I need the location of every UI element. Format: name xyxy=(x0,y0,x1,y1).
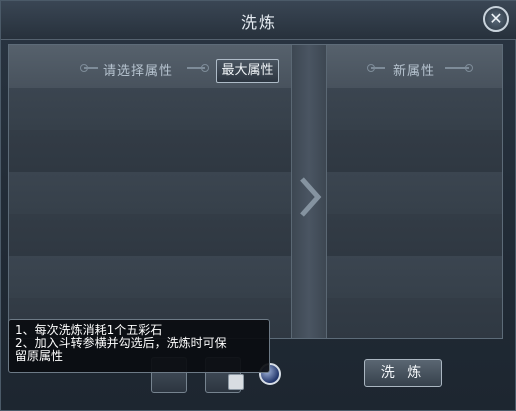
chevron-right-icon xyxy=(300,177,322,217)
refine-window: 洗炼 ✕ 请选择属性 最大属性 新属性 洗 炼 1、每次洗炼消耗1个五彩石 2、… xyxy=(0,0,516,411)
panel-divider xyxy=(291,45,327,338)
tooltip: 1、每次洗炼消耗1个五彩石 2、加入斗转参横并勾选后，洗炼时可保 留原属性 xyxy=(8,319,270,373)
attribute-row xyxy=(327,214,502,256)
attribute-row xyxy=(327,130,502,172)
wash-button[interactable]: 洗 炼 xyxy=(364,359,442,387)
max-attribute-button[interactable]: 最大属性 xyxy=(216,59,279,83)
ornament-right xyxy=(187,64,209,72)
ornament-left xyxy=(367,64,385,72)
new-attribute-label: 新属性 xyxy=(393,64,436,79)
new-attributes-panel: 新属性 xyxy=(327,45,502,338)
attribute-row xyxy=(327,298,502,338)
close-icon[interactable]: ✕ xyxy=(483,6,509,32)
attribute-row[interactable] xyxy=(9,214,291,256)
select-attribute-label: 请选择属性 xyxy=(103,64,174,79)
attribute-row[interactable] xyxy=(9,130,291,172)
ornament-left xyxy=(80,64,98,72)
keep-attribute-checkbox[interactable] xyxy=(228,374,244,390)
window-title: 洗炼 xyxy=(240,13,277,32)
attribute-row xyxy=(327,172,502,214)
attribute-row xyxy=(327,256,502,298)
ornament-right xyxy=(445,64,473,72)
attribute-row[interactable] xyxy=(9,88,291,130)
attribute-frame: 请选择属性 最大属性 新属性 xyxy=(8,44,503,339)
attribute-row[interactable] xyxy=(9,172,291,214)
attribute-row xyxy=(327,88,502,130)
attribute-row[interactable] xyxy=(9,256,291,298)
title-bar: 洗炼 ✕ xyxy=(1,1,516,40)
current-attributes-panel: 请选择属性 最大属性 xyxy=(9,45,291,338)
tooltip-line: 2、加入斗转参横并勾选后，洗炼时可保 留原属性 xyxy=(15,336,227,363)
